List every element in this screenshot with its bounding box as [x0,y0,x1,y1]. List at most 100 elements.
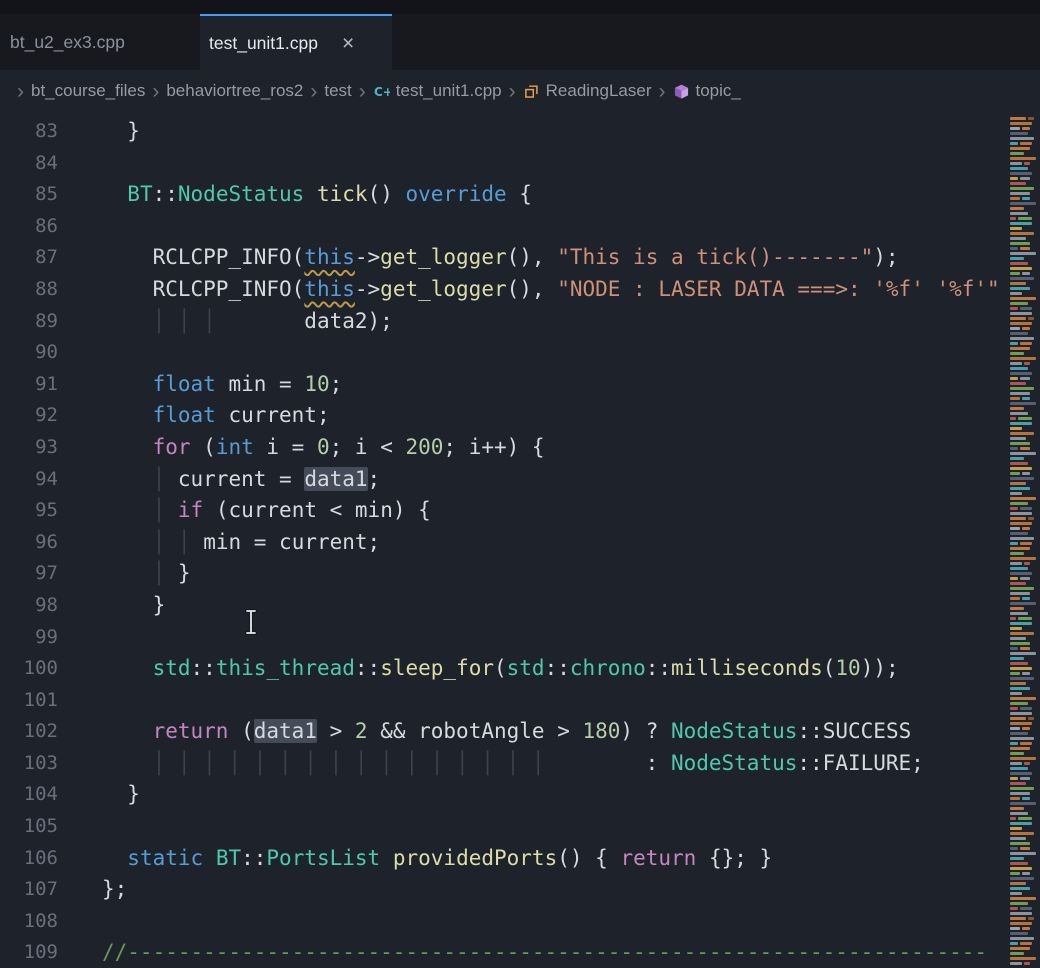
line-number[interactable]: 97 [0,558,58,590]
code-token [102,403,153,427]
code-line[interactable]: 87 RCLCPP_INFO(this->get_logger(), "This… [0,242,1040,274]
line-number[interactable]: 98 [0,590,58,622]
minimap[interactable] [1007,112,1040,968]
tab-test-unit1-cpp[interactable]: test_unit1.cpp × [200,14,392,70]
code-line[interactable]: 102 return (data1 > 2 && robotAngle > 18… [0,716,1040,748]
code-line[interactable]: 85 BT::NodeStatus tick() override { [0,179,1040,211]
minimap-line [1010,707,1040,710]
code-line[interactable]: 107}; [0,874,1040,906]
minimap-line [1010,897,1040,900]
line-number[interactable]: 89 [0,306,58,338]
line-number[interactable]: 101 [0,685,58,717]
code-token: this_thread [216,656,355,680]
tab-bt-u2-ex3-cpp[interactable]: bt_u2_ex3.cpp [0,14,200,70]
line-number[interactable]: 87 [0,242,58,274]
code-line[interactable]: 84 [0,148,1040,180]
minimap-line [1010,532,1040,535]
line-number[interactable]: 102 [0,716,58,748]
close-icon[interactable]: × [342,33,354,54]
line-number[interactable]: 88 [0,274,58,306]
code-line[interactable]: 91 float min = 10; [0,369,1040,401]
line-number[interactable]: 106 [0,843,58,875]
line-number[interactable]: 104 [0,779,58,811]
minimap-line [1010,557,1040,560]
line-number[interactable]: 109 [0,937,58,968]
minimap-line [1010,697,1040,700]
editor-pane[interactable]: 83 }8485 BT::NodeStatus tick() override … [0,112,1040,968]
breadcrumb-item-bt-course-files[interactable]: bt_course_files [31,81,145,101]
code-token [102,719,153,743]
code-line[interactable]: 86 [0,211,1040,243]
tab-bar: bt_u2_ex3.cpp test_unit1.cpp × [0,14,1040,70]
line-number[interactable]: 94 [0,464,58,496]
minimap-line [1010,407,1040,410]
code-token: :: [545,656,570,680]
breadcrumb-item-topic[interactable]: topic_ [673,81,741,101]
line-number[interactable]: 107 [0,874,58,906]
code-token: current = [165,467,304,491]
line-number[interactable]: 108 [0,906,58,938]
breadcrumb-item-readinglaser[interactable]: ReadingLaser [523,81,652,101]
code-line[interactable]: 90 [0,337,1040,369]
line-number[interactable]: 92 [0,400,58,432]
code-line[interactable]: 99 [0,622,1040,654]
line-number[interactable]: 93 [0,432,58,464]
code-line[interactable]: 106 static BT::PortsList providedPorts()… [0,843,1040,875]
code-area[interactable]: 83 }8485 BT::NodeStatus tick() override … [0,112,1040,968]
line-number[interactable]: 105 [0,811,58,843]
line-number[interactable]: 99 [0,622,58,654]
code-token: > [317,719,355,743]
code-line[interactable]: 94 │ current = data1; [0,464,1040,496]
minimap-line [1010,817,1040,820]
minimap-line [1010,467,1040,470]
minimap-line [1010,177,1040,180]
line-number[interactable]: 96 [0,527,58,559]
minimap-line [1010,122,1040,125]
minimap-line [1010,237,1040,240]
code-line[interactable]: 109//-----------------------------------… [0,937,1040,968]
code-line[interactable]: 100 std::this_thread::sleep_for(std::chr… [0,653,1040,685]
code-token: ); [873,245,898,269]
breadcrumb-item-test[interactable]: test [324,81,351,101]
minimap-line [1010,422,1040,425]
minimap-line [1010,652,1040,655]
code-token: NodeStatus [671,719,797,743]
code-line[interactable]: 105 [0,811,1040,843]
minimap-line [1010,917,1040,920]
code-token: -> [355,245,380,269]
code-line[interactable]: 95 │ if (current < min) { [0,495,1040,527]
breadcrumb-item-behaviortree-ros2[interactable]: behaviortree_ros2 [166,81,303,101]
line-number[interactable]: 86 [0,211,58,243]
code-line[interactable]: 98 } [0,590,1040,622]
code-line[interactable]: 104 } [0,779,1040,811]
line-number[interactable]: 90 [0,337,58,369]
code-line[interactable]: 93 for (int i = 0; i < 200; i++) { [0,432,1040,464]
code-line[interactable]: 92 float current; [0,400,1040,432]
line-number[interactable]: 95 [0,495,58,527]
code-token: :: [355,656,380,680]
code-line-content: return (data1 > 2 && robotAngle > 180) ?… [102,716,911,748]
breadcrumb-item-test-unit1-cpp[interactable]: C+test_unit1.cpp [373,81,502,101]
code-line[interactable]: 108 [0,906,1040,938]
line-number[interactable]: 91 [0,369,58,401]
line-number[interactable]: 85 [0,179,58,211]
minimap-line [1010,312,1040,315]
line-number[interactable]: 100 [0,653,58,685]
minimap-line [1010,342,1040,345]
code-line[interactable]: 103 │ │ │ │ │ │ │ │ │ │ │ │ │ │ │ │ : No… [0,748,1040,780]
code-line[interactable]: 96 │ │ min = current; [0,527,1040,559]
code-line[interactable]: 88 RCLCPP_INFO(this->get_logger(), "NODE… [0,274,1040,306]
code-token: this [304,245,355,269]
code-token [102,372,153,396]
line-number[interactable]: 103 [0,748,58,780]
line-number[interactable]: 84 [0,148,58,180]
minimap-line [1010,922,1040,925]
code-line[interactable]: 97 │ } [0,558,1040,590]
code-line[interactable]: 89 │ │ │ data2); [0,306,1040,338]
code-line-content: │ current = data1; [102,464,380,496]
code-line[interactable]: 83 } [0,116,1040,148]
minimap-line [1010,297,1040,300]
code-line[interactable]: 101 [0,685,1040,717]
line-number[interactable]: 83 [0,116,58,148]
minimap-line [1010,677,1040,680]
